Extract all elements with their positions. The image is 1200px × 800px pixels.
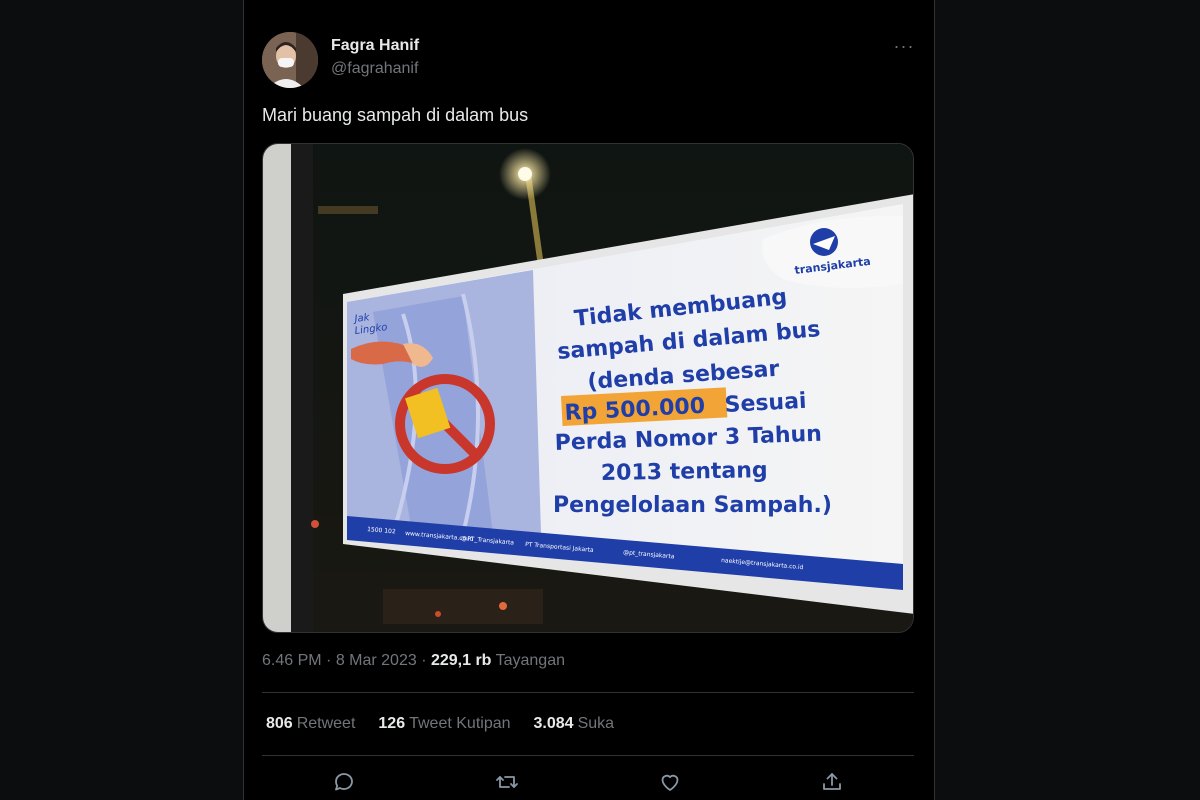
tweet-meta: 6.46 PM · 8 Mar 2023 · 229,1 rb Tayangan xyxy=(262,652,565,670)
page-backdrop-left xyxy=(0,0,243,800)
retweets-count: 806 xyxy=(266,715,293,732)
views-label: Tayangan xyxy=(491,652,565,669)
sign-line-6: 2013 tentang xyxy=(601,458,768,486)
reply-icon[interactable] xyxy=(330,768,358,796)
divider xyxy=(262,692,914,693)
meta-separator: · xyxy=(321,652,336,669)
tweet-photo[interactable]: transjakarta Jak Lingko Tidak membuang s… xyxy=(262,143,914,633)
share-icon[interactable] xyxy=(818,768,846,796)
sign-line-4: Sesuai xyxy=(724,389,807,418)
tweet-text: Mari buang sampah di dalam bus xyxy=(262,105,529,125)
engagement-stats: 806 Retweet 126 Tweet Kutipan 3.084 Suka xyxy=(266,715,614,733)
retweet-icon[interactable] xyxy=(493,768,521,796)
retweets-stat[interactable]: 806 Retweet xyxy=(266,715,355,733)
action-bar xyxy=(262,764,914,800)
page-backdrop-right xyxy=(935,0,1200,800)
more-options-icon[interactable]: ··· xyxy=(890,34,918,58)
meta-separator: · xyxy=(416,652,431,669)
jaklingko-logo-line1: Jak xyxy=(352,312,371,325)
likes-label: Suka xyxy=(577,715,615,732)
quote-tweets-stat[interactable]: 126 Tweet Kutipan xyxy=(378,715,510,733)
avatar-image xyxy=(262,32,318,88)
quote-tweets-label: Tweet Kutipan xyxy=(409,715,511,732)
photo-illustration: transjakarta Jak Lingko Tidak membuang s… xyxy=(263,144,913,632)
display-name[interactable]: Fagra Hanif xyxy=(331,37,419,55)
like-icon[interactable] xyxy=(656,768,684,796)
views-count: 229,1 rb xyxy=(430,652,492,669)
tweet-date[interactable]: 8 Mar 2023 xyxy=(336,652,417,669)
likes-count: 3.084 xyxy=(533,715,574,732)
likes-stat[interactable]: 3.084 Suka xyxy=(534,715,615,733)
tweet-time[interactable]: 6.46 PM xyxy=(262,652,322,669)
user-handle[interactable]: @fagrahanif xyxy=(331,60,418,78)
quote-tweets-count: 126 xyxy=(378,715,406,732)
sign-line-7: Pengelolaan Sampah.) xyxy=(553,493,832,518)
retweets-label: Retweet xyxy=(296,715,356,732)
divider xyxy=(262,755,914,756)
avatar[interactable] xyxy=(262,32,318,88)
